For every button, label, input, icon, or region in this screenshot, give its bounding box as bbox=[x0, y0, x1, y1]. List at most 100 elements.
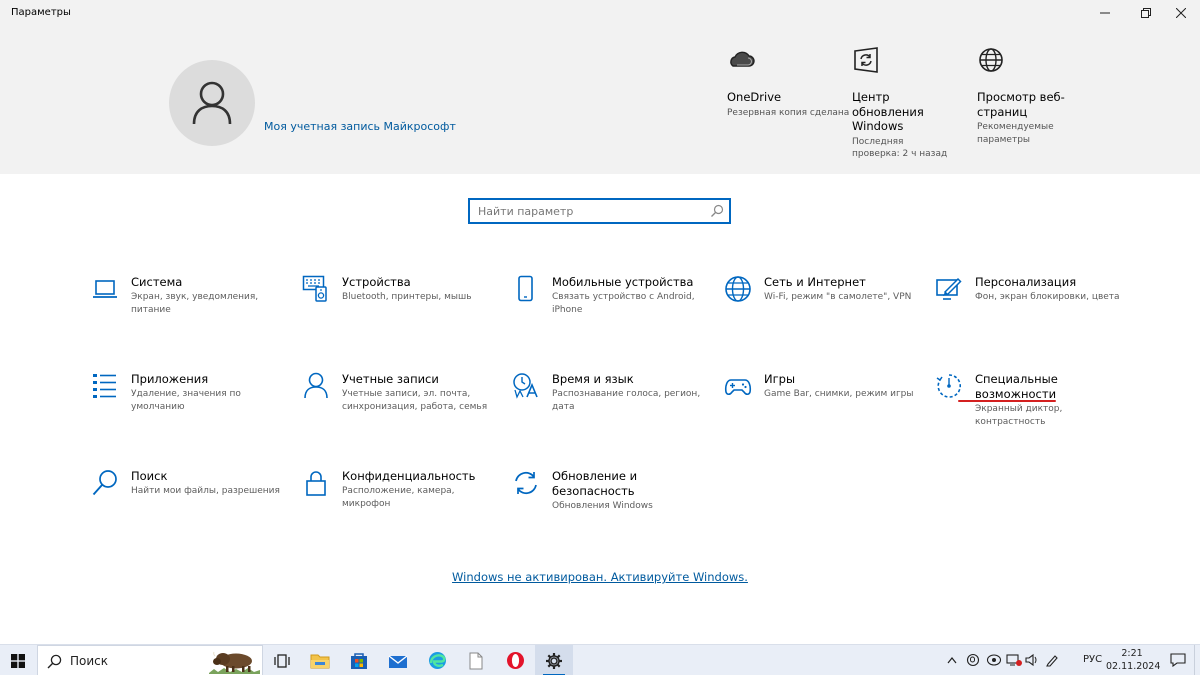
tile-accounts-title: Учетные записи bbox=[342, 372, 439, 386]
gamepad-icon bbox=[724, 379, 752, 396]
taskbar-notepad[interactable] bbox=[457, 645, 495, 675]
tile-system-sub: Экран, звук, уведомления, питание bbox=[131, 292, 259, 315]
tile-gaming-sub: Game Bar, снимки, режим игры bbox=[764, 389, 914, 399]
clock-date: 02.11.2024 bbox=[1106, 660, 1161, 672]
windows-update-title: Центр обновления Windows bbox=[852, 90, 924, 133]
tile-phone-sub: Связать устройство с Android, iPhone bbox=[552, 292, 695, 315]
taskbar-edge[interactable] bbox=[418, 645, 456, 675]
windows-update-icon bbox=[854, 47, 878, 73]
search-icon bbox=[92, 470, 117, 496]
tile-accessibility-sub: Экранный диктор, контрастность bbox=[975, 404, 1063, 427]
tile-privacy-title: Конфиденциальность bbox=[342, 469, 476, 483]
windows-update-subtitle: Последняя проверка: 2 ч назад bbox=[852, 136, 948, 160]
tile-apps-sub: Удаление, значения по умолчанию bbox=[131, 389, 241, 412]
person-icon bbox=[304, 372, 328, 399]
window-title: Параметры bbox=[11, 7, 71, 18]
maximize-button[interactable] bbox=[1127, 0, 1165, 26]
folder-icon bbox=[310, 654, 330, 668]
tile-system-title: Система bbox=[131, 275, 183, 289]
taskbar-search[interactable]: Поиск bbox=[37, 645, 263, 675]
tile-update-sub: Обновления Windows bbox=[552, 501, 653, 511]
paint-icon bbox=[936, 277, 962, 300]
avatar[interactable] bbox=[169, 60, 255, 146]
notifications-icon[interactable] bbox=[1170, 653, 1186, 667]
tile-devices-sub: Bluetooth, принтеры, мышь bbox=[342, 292, 472, 302]
mail-icon bbox=[388, 654, 408, 668]
tile-time-title: Время и язык bbox=[552, 372, 634, 386]
tile-update-title: Обновление и безопасность bbox=[552, 469, 638, 498]
meet-now-icon[interactable] bbox=[966, 653, 980, 667]
tile-network-title: Сеть и Интернет bbox=[764, 275, 866, 289]
close-button[interactable] bbox=[1162, 0, 1200, 26]
microsoft-account-link[interactable]: Моя учетная запись Майкрософт bbox=[264, 120, 456, 133]
tile-network-sub: Wi-Fi, режим "в самолете", VPN bbox=[764, 292, 912, 302]
tile-gaming-title: Игры bbox=[764, 372, 796, 386]
gear-icon bbox=[546, 652, 562, 669]
taskbar-opera[interactable] bbox=[496, 645, 534, 675]
document-icon bbox=[469, 652, 483, 669]
taskbar-store[interactable] bbox=[340, 645, 378, 675]
tile-personalization-title: Персонализация bbox=[975, 275, 1077, 289]
task-view-icon bbox=[274, 653, 290, 668]
activate-windows-link[interactable]: Windows не активирован. Активируйте Wind… bbox=[0, 570, 1200, 584]
lock-icon bbox=[306, 471, 326, 496]
volume-icon[interactable] bbox=[1025, 653, 1039, 667]
start-button[interactable] bbox=[0, 645, 36, 675]
browsing-subtitle: Рекомендуемые параметры bbox=[977, 122, 1054, 145]
pen-icon[interactable] bbox=[1045, 653, 1059, 667]
tile-search-sub: Найти мои файлы, разрешения bbox=[131, 486, 280, 496]
taskbar-settings[interactable] bbox=[535, 645, 573, 675]
red-annotation-underline bbox=[958, 400, 1056, 402]
network-icon[interactable] bbox=[1006, 653, 1022, 667]
devices-icon bbox=[302, 275, 327, 302]
browsing-status[interactable]: Просмотр веб-страниц Рекомендуемые парам… bbox=[977, 46, 1077, 146]
edge-browser-icon bbox=[428, 652, 446, 669]
tile-privacy-sub: Расположение, камера, микрофон bbox=[342, 486, 455, 509]
vpn-icon[interactable] bbox=[986, 653, 1002, 667]
settings-header: Моя учетная запись Майкрософт OneDrive Р… bbox=[0, 26, 1200, 174]
user-avatar-icon bbox=[192, 81, 232, 125]
apps-list-icon bbox=[93, 374, 116, 398]
onedrive-title: OneDrive bbox=[727, 90, 782, 104]
tile-phone-title: Мобильные устройства bbox=[552, 275, 694, 289]
globe-icon bbox=[725, 276, 751, 302]
onedrive-status[interactable]: OneDrive Резервная копия сделана bbox=[727, 46, 857, 119]
title-bar: Параметры bbox=[0, 0, 1200, 26]
clock-time: 2:21 bbox=[1121, 648, 1143, 659]
tile-personalization-sub: Фон, экран блокировки, цвета bbox=[975, 292, 1120, 302]
minimize-icon bbox=[1100, 12, 1110, 14]
restore-icon bbox=[1141, 8, 1151, 18]
task-view-button[interactable] bbox=[263, 645, 301, 675]
tile-accessibility-title: Специальные возможности bbox=[975, 372, 1058, 401]
sync-icon bbox=[515, 471, 537, 495]
search-icon bbox=[711, 204, 724, 217]
show-desktop-button[interactable] bbox=[1194, 645, 1200, 675]
chevron-up-icon[interactable] bbox=[947, 656, 957, 664]
settings-search-box[interactable] bbox=[468, 198, 731, 224]
windows-update-status[interactable]: Центр обновления Windows Последняя прове… bbox=[852, 46, 952, 161]
cloud-icon bbox=[730, 51, 755, 67]
store-icon bbox=[351, 652, 367, 669]
tile-devices-title: Устройства bbox=[342, 275, 411, 289]
accessibility-icon bbox=[936, 374, 961, 398]
taskbar: Поиск РУС 2:21 02.11.2024 bbox=[0, 644, 1200, 675]
browsing-title: Просмотр веб-страниц bbox=[977, 90, 1065, 119]
opera-browser-icon bbox=[506, 652, 524, 669]
search-input[interactable] bbox=[470, 200, 695, 223]
taskbar-mail[interactable] bbox=[379, 645, 417, 675]
onedrive-subtitle: Резервная копия сделана bbox=[727, 107, 850, 118]
taskbar-explorer[interactable] bbox=[301, 645, 339, 675]
search-icon bbox=[47, 654, 62, 669]
input-language[interactable]: РУС bbox=[1083, 654, 1102, 665]
laptop-icon bbox=[93, 280, 117, 298]
time-language-icon bbox=[513, 373, 538, 399]
minimize-button[interactable] bbox=[1086, 0, 1124, 26]
bison-highlight-icon bbox=[209, 651, 260, 674]
close-icon bbox=[1176, 8, 1186, 18]
windows-logo-icon bbox=[11, 653, 25, 668]
tile-accounts-sub: Учетные записи, эл. почта, синхронизация… bbox=[342, 389, 488, 412]
tile-search-title: Поиск bbox=[131, 469, 168, 483]
tile-time-sub: Распознавание голоса, регион, дата bbox=[552, 389, 701, 412]
taskbar-clock[interactable]: 2:21 02.11.2024 bbox=[1106, 648, 1161, 673]
phone-icon bbox=[518, 275, 533, 302]
